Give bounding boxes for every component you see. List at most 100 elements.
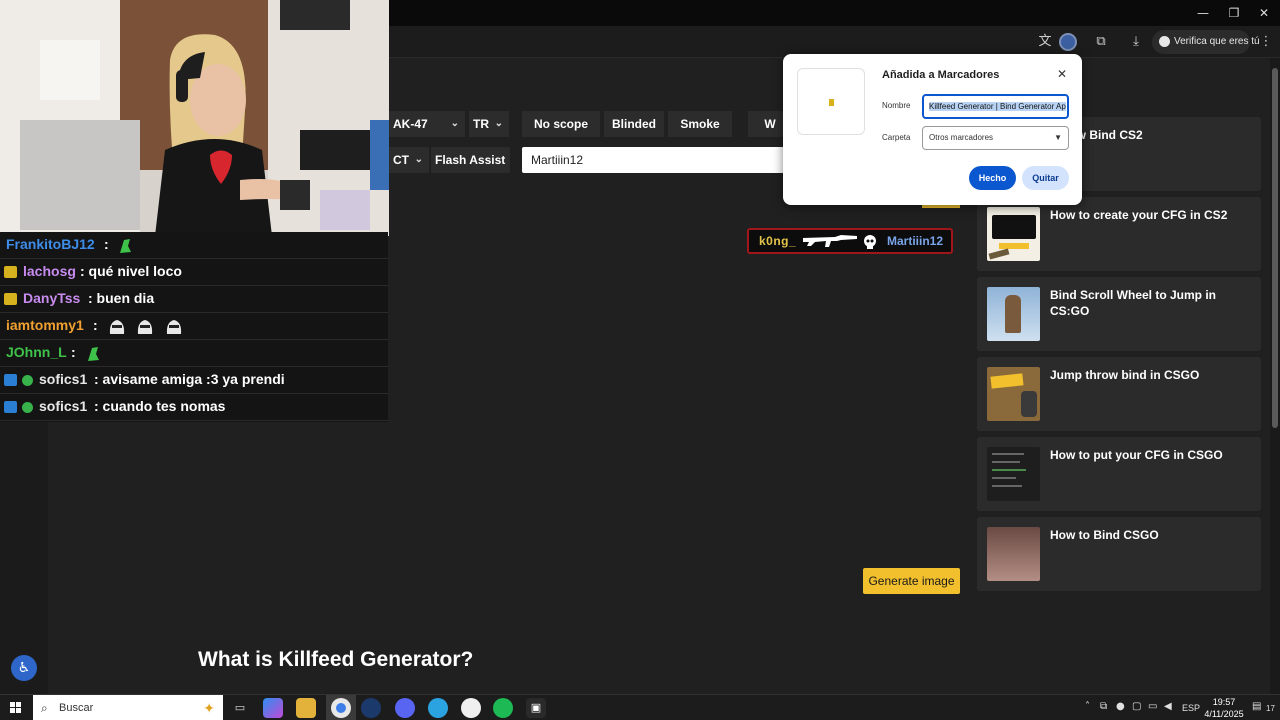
subscriber-badge-icon <box>4 266 17 278</box>
bookmark-name-input[interactable]: Killfeed Generator | Bind Generator Ap <box>922 94 1069 119</box>
weapon-select[interactable]: AK-47 ⌄ <box>389 111 465 137</box>
chrome-icon-center <box>336 703 346 713</box>
toggle-smoke[interactable]: Smoke <box>668 111 732 137</box>
article-thumbnail <box>987 287 1040 341</box>
taskbar-search-input[interactable]: ⌕ Buscar ✦ <box>33 695 223 720</box>
notification-icon[interactable]: ▤ <box>1252 701 1261 712</box>
task-view-icon[interactable]: ▭ <box>230 698 250 718</box>
chevron-down-icon: ⌄ <box>414 154 423 165</box>
chevron-up-icon[interactable]: ˄ <box>1085 701 1090 712</box>
windows-logo-tile <box>10 708 15 713</box>
chat-text: : <box>71 344 76 360</box>
stream-chat: FrankitoBJ12 : lachosg : qué nivel loco … <box>0 232 388 422</box>
chat-text: : cuando tes nomas <box>94 398 226 414</box>
team-select-bottom[interactable]: CT ⌄ <box>389 147 429 173</box>
name-label: Nombre <box>882 101 911 110</box>
frog-emote-icon <box>88 347 99 361</box>
flash-assist-label: Flash Assist <box>435 153 506 167</box>
tray-app-icon[interactable]: ▢ <box>1132 701 1141 712</box>
obs-icon[interactable] <box>461 698 481 718</box>
copilot-icon[interactable] <box>263 698 283 718</box>
toggle-blinded[interactable]: Blinded <box>604 111 664 137</box>
article-card[interactable]: Jump throw bind in CSGO <box>977 357 1261 431</box>
player-name-input[interactable]: Martiiin12 <box>522 147 792 173</box>
chat-message: FrankitoBJ12 : <box>0 232 388 259</box>
chrome-icon[interactable] <box>331 698 351 718</box>
windows-logo-tile <box>10 702 15 707</box>
article-card[interactable]: Bind Scroll Wheel to Jump in CS:GO <box>977 277 1261 351</box>
verify-label: Verifica que eres tú <box>1174 36 1260 47</box>
article-title: How to create your CFG in CS2 <box>1050 208 1228 222</box>
windows-logo-tile <box>16 702 21 707</box>
minimize-button[interactable]: — <box>1188 4 1218 22</box>
close-window-button[interactable]: ✕ <box>1249 4 1279 22</box>
verified-badge-icon <box>22 402 33 413</box>
close-icon[interactable]: ✕ <box>1057 67 1067 81</box>
ghost-emote-icon <box>166 320 182 334</box>
toggle-no-scope[interactable]: No scope <box>522 111 600 137</box>
article-thumbnail <box>987 447 1040 501</box>
extension-avatar-icon[interactable] <box>1059 33 1077 51</box>
thumbnail-line <box>992 485 1022 487</box>
chat-text: : buen dia <box>88 290 155 306</box>
caret-down-icon: ▼ <box>1054 133 1062 142</box>
remove-button[interactable]: Quitar <box>1022 166 1069 190</box>
extensions-icon[interactable]: ⧉ <box>1093 34 1109 50</box>
generate-image-button[interactable]: Generate image <box>863 568 960 594</box>
bookmark-preview <box>797 68 865 135</box>
flash-assist-toggle[interactable]: Flash Assist <box>431 147 510 173</box>
page-scrollbar[interactable] <box>1270 58 1280 694</box>
team-bottom-value: CT <box>393 153 409 167</box>
article-card[interactable]: How to create your CFG in CS2 <box>977 197 1261 271</box>
thumbnail-line <box>992 469 1026 471</box>
discord-icon[interactable] <box>395 698 415 718</box>
menu-kebab-icon[interactable]: ⋮ <box>1258 34 1274 50</box>
article-title: Jump throw bind in CSGO <box>1050 368 1200 382</box>
done-button[interactable]: Hecho <box>969 166 1016 190</box>
article-title: Bind Scroll Wheel to Jump in CS:GO <box>1050 288 1217 318</box>
webcam-overlay <box>0 0 389 236</box>
accessibility-icon[interactable]: ♿ <box>11 655 37 681</box>
thumbnail-banner <box>990 373 1024 389</box>
weapon-select-value: AK-47 <box>393 117 428 131</box>
telegram-icon[interactable] <box>428 698 448 718</box>
chat-text: : avisame amiga :3 ya prendi <box>94 371 285 387</box>
thumbnail-character <box>1005 295 1021 333</box>
chat-message: lachosg : qué nivel loco <box>0 259 388 286</box>
download-icon[interactable]: ⤓ <box>1128 34 1144 50</box>
headshot-icon <box>864 235 876 249</box>
start-button[interactable] <box>10 702 22 714</box>
thumbnail-line <box>992 477 1016 479</box>
chat-username: DanyTss <box>23 290 81 306</box>
section-heading: What is Killfeed Generator? <box>198 648 474 671</box>
webcam-image <box>0 0 389 236</box>
prime-badge-icon <box>4 401 17 413</box>
microphone-icon[interactable]: ● <box>1116 701 1125 712</box>
ghost-emote-icon <box>109 320 125 334</box>
folder-select[interactable]: Otros marcadores ▼ <box>922 126 1069 150</box>
input-language[interactable]: ESP <box>1182 703 1200 713</box>
article-thumbnail <box>987 527 1040 581</box>
article-card[interactable]: How to put your CFG in CSGO <box>977 437 1261 511</box>
system-clock[interactable]: 19:57 4/11/2025 <box>1204 696 1244 720</box>
steam-icon[interactable] <box>361 698 381 718</box>
spotify-icon[interactable] <box>493 698 513 718</box>
chat-username: sofics1 <box>39 398 88 414</box>
team-select-top[interactable]: TR ⌄ <box>469 111 509 137</box>
chat-message: sofics1 : avisame amiga :3 ya prendi <box>0 367 388 394</box>
verify-identity-button[interactable]: Verifica que eres tú <box>1152 30 1260 54</box>
translate-icon[interactable]: 文 <box>1037 34 1053 50</box>
file-explorer-icon[interactable] <box>296 698 316 718</box>
article-card[interactable]: How to Bind CSGO <box>977 517 1261 591</box>
restore-button[interactable]: ❐ <box>1219 4 1249 22</box>
network-icon[interactable]: ▭ <box>1148 701 1157 712</box>
tray-app-icon[interactable]: ⧉ <box>1100 701 1107 712</box>
scroll-thumb[interactable] <box>1272 68 1278 428</box>
subscriber-badge-icon <box>4 293 17 305</box>
search-placeholder: Buscar <box>59 702 94 714</box>
windows-taskbar: ⌕ Buscar ✦ ▭ ▣ ˄ ⧉ ● ▢ ▭ ◀ ESP 19:57 4/1… <box>0 694 1280 720</box>
streaming-app-icon[interactable]: ▣ <box>526 698 546 718</box>
site-favicon-icon <box>829 99 834 106</box>
volume-icon[interactable]: ◀ <box>1164 701 1172 712</box>
ak47-icon <box>803 235 857 247</box>
